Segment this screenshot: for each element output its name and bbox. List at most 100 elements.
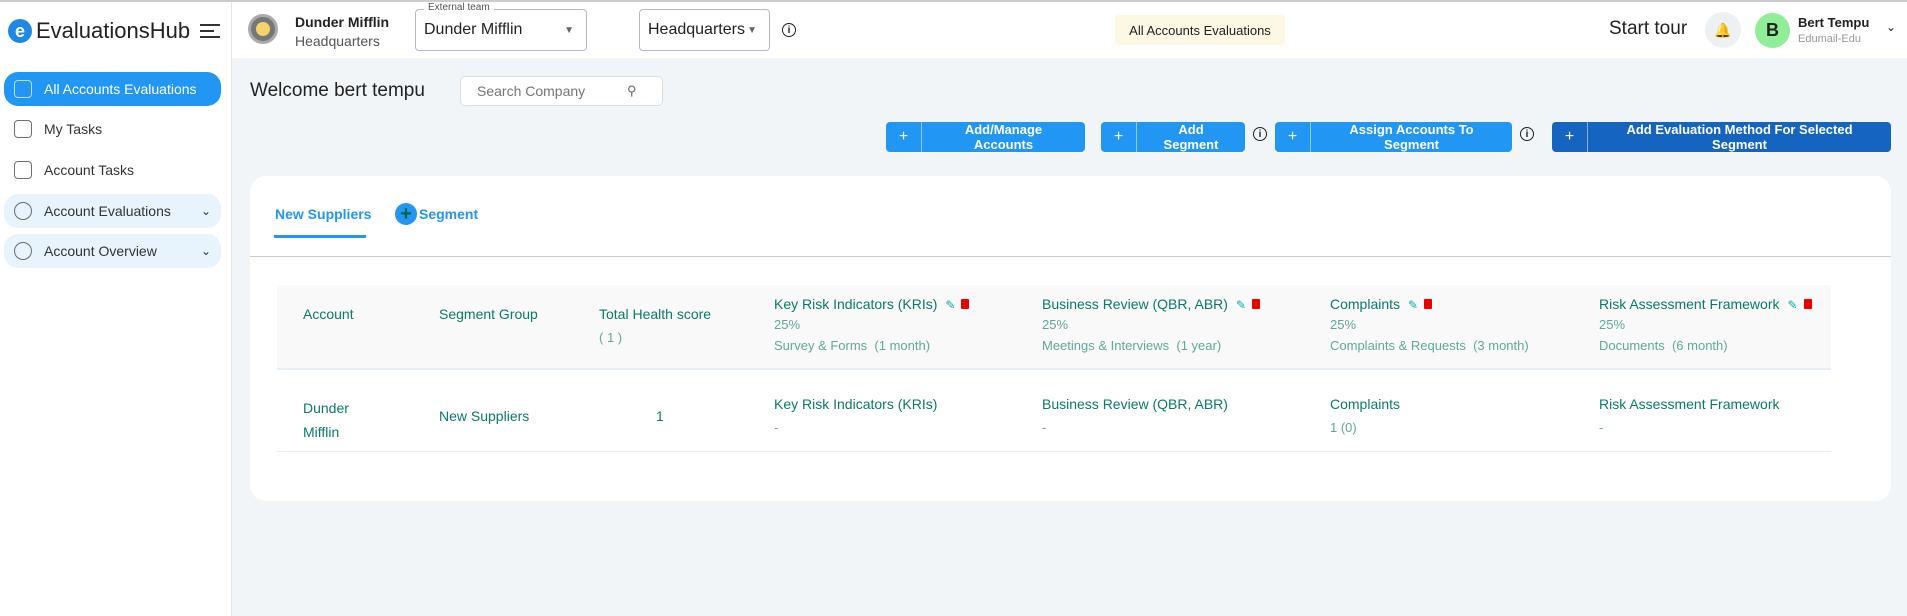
column-header-total: Total Health score [599,306,712,322]
add-manage-accounts-button[interactable]: + Add/Manage Accounts [886,122,1085,152]
plus-circle-icon: + [395,203,417,225]
edit-icon[interactable]: ✎ [1787,298,1797,312]
info-icon[interactable]: i [782,23,796,37]
sidebar-item-label: Account Evaluations [44,203,171,219]
search-icon: ⚲ [627,83,637,98]
column-header-method: Risk Assessment Framework ✎ [1599,296,1812,312]
caret-down-icon: ▼ [747,24,757,36]
edit-icon[interactable]: ✎ [1236,298,1246,312]
caret-down-icon: ▼ [564,24,574,36]
method-type: Complaints & Requests (3 month) [1330,338,1529,353]
company-location: Headquarters [295,33,380,49]
sidebar-item-account-tasks[interactable]: Account Tasks [4,153,221,187]
user-org: Edumail-Edu [1798,33,1861,45]
branch-select[interactable]: Headquarters ▼ [639,9,770,51]
cell-total: 1 [656,408,664,424]
column-header-method: Complaints ✎ [1330,296,1433,312]
sidebar-item-label: Account Tasks [44,162,135,178]
method-type: Survey & Forms (1 month) [774,338,931,353]
app-name: EvaluationsHub [36,18,191,43]
delete-icon[interactable] [1424,299,1433,309]
method-weight: 25% [1330,317,1357,332]
cell-method-value: 1 (0) [1330,420,1357,435]
cell-segment: New Suppliers [439,408,530,424]
edit-icon[interactable]: ✎ [1408,298,1418,312]
info-icon[interactable]: i [1520,127,1534,141]
app-logo[interactable]: e EvaluationsHub [8,18,190,44]
logo-icon: e [8,19,32,43]
sidebar-item-account-overview[interactable]: Account Overview ⌄ [4,234,221,268]
search-company-input[interactable]: ⚲ [460,76,663,106]
cell-method-name: Business Review (QBR, ABR) [1042,396,1228,412]
method-name: Risk Assessment Framework [1599,296,1780,312]
cell-method-value: - [1042,420,1047,435]
cell-method-value: - [1599,420,1604,435]
company-logo [248,14,278,44]
segment-card: New Suppliers + Segment Account Segment G… [250,176,1891,501]
start-tour-button[interactable]: Start tour [1609,18,1687,40]
search-analytics-icon [14,242,32,260]
home-icon [14,120,32,138]
page-badge: All Accounts Evaluations [1115,15,1285,45]
chevron-down-icon: ⌄ [200,244,211,258]
add-segment-tab[interactable]: + Segment [395,203,478,225]
column-header-account: Account [303,306,354,322]
method-weight: 25% [1042,317,1069,332]
sidebar-item-label: Account Overview [44,243,157,259]
select-value: Dunder Mifflin [424,21,523,38]
bell-icon[interactable]: 🔔 [1705,12,1741,48]
welcome-heading: Welcome bert tempu [250,80,425,101]
plus-icon: + [1275,122,1311,152]
column-header-method: Key Risk Indicators (KRIs) ✎ [774,296,970,312]
method-name: Complaints [1330,296,1401,312]
button-label: Add/Manage Accounts [964,122,1043,152]
plus-icon: + [1101,122,1137,152]
cell-method-name: Complaints [1330,396,1401,412]
column-header-method: Business Review (QBR, ABR) ✎ [1042,296,1261,312]
external-team-select[interactable]: External team Dunder Mifflin ▼ [415,2,587,51]
total-count: ( 1 ) [599,330,623,345]
gear-icon [14,80,32,98]
edit-icon[interactable]: ✎ [945,298,955,312]
sidebar-item-account-evaluations[interactable]: Account Evaluations ⌄ [4,194,221,228]
sidebar: e EvaluationsHub All Accounts Evaluations… [0,2,232,616]
chevron-down-icon[interactable]: ⌄ [1886,20,1896,34]
info-icon[interactable]: i [1253,127,1267,141]
add-evaluation-method-button[interactable]: + Add Evaluation Method For Selected Segm… [1552,122,1891,152]
cell-method-value: - [774,420,779,435]
method-type: Documents (6 month) [1599,338,1728,353]
cell-method-name: Key Risk Indicators (KRIs) [774,396,938,412]
select-value: Headquarters [648,21,745,38]
tab-new-suppliers[interactable]: New Suppliers [275,206,371,222]
method-type: Meetings & Interviews (1 year) [1042,338,1222,353]
method-weight: 25% [1599,317,1626,332]
add-segment-button[interactable]: + Add Segment [1101,122,1245,152]
sidebar-item-my-tasks[interactable]: My Tasks [4,112,221,146]
tab-label: Segment [419,206,479,222]
delete-icon[interactable] [1252,299,1261,309]
sidebar-item-label: All Accounts Evaluations [44,81,197,97]
header: Dunder Mifflin Headquarters External tea… [232,2,1907,58]
method-name: Business Review (QBR, ABR) [1042,296,1228,312]
plus-icon: + [886,122,922,152]
button-label: Add Evaluation Method For Selected Segme… [1626,122,1853,152]
column-header-segment: Segment Group [439,306,538,322]
button-label: Assign Accounts To Segment [1349,122,1474,152]
method-weight: 25% [774,317,801,332]
sidebar-item-all-accounts-evaluations[interactable]: All Accounts Evaluations [4,72,221,106]
search-field[interactable] [477,83,627,99]
assign-accounts-button[interactable]: + Assign Accounts To Segment [1275,122,1512,152]
cell-method-name: Risk Assessment Framework [1599,396,1780,412]
cell-account: Dunder Mifflin [303,400,349,440]
external-team-label: External team [424,2,494,13]
delete-icon[interactable] [1803,299,1812,309]
menu-toggle-icon[interactable] [200,24,220,42]
button-label: Add Segment [1163,122,1219,152]
plus-icon: + [1552,122,1588,152]
avatar[interactable]: B [1755,13,1790,48]
company-name: Dunder Mifflin [295,14,390,30]
delete-icon[interactable] [961,299,970,309]
method-name: Key Risk Indicators (KRIs) [774,296,938,312]
search-analytics-icon [14,202,32,220]
user-name: Bert Tempu [1798,15,1870,30]
